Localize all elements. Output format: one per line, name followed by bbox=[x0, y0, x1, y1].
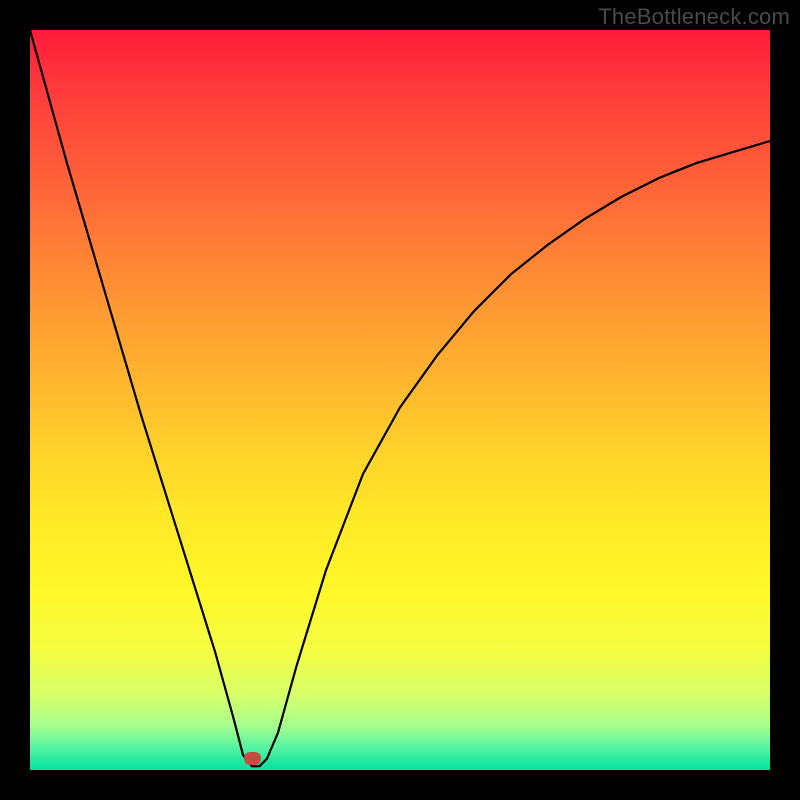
watermark-label: TheBottleneck.com bbox=[598, 4, 790, 30]
chart-frame: TheBottleneck.com bbox=[0, 0, 800, 800]
bottleneck-curve bbox=[30, 30, 770, 770]
plot-area bbox=[30, 30, 770, 770]
optimum-marker bbox=[244, 752, 261, 765]
